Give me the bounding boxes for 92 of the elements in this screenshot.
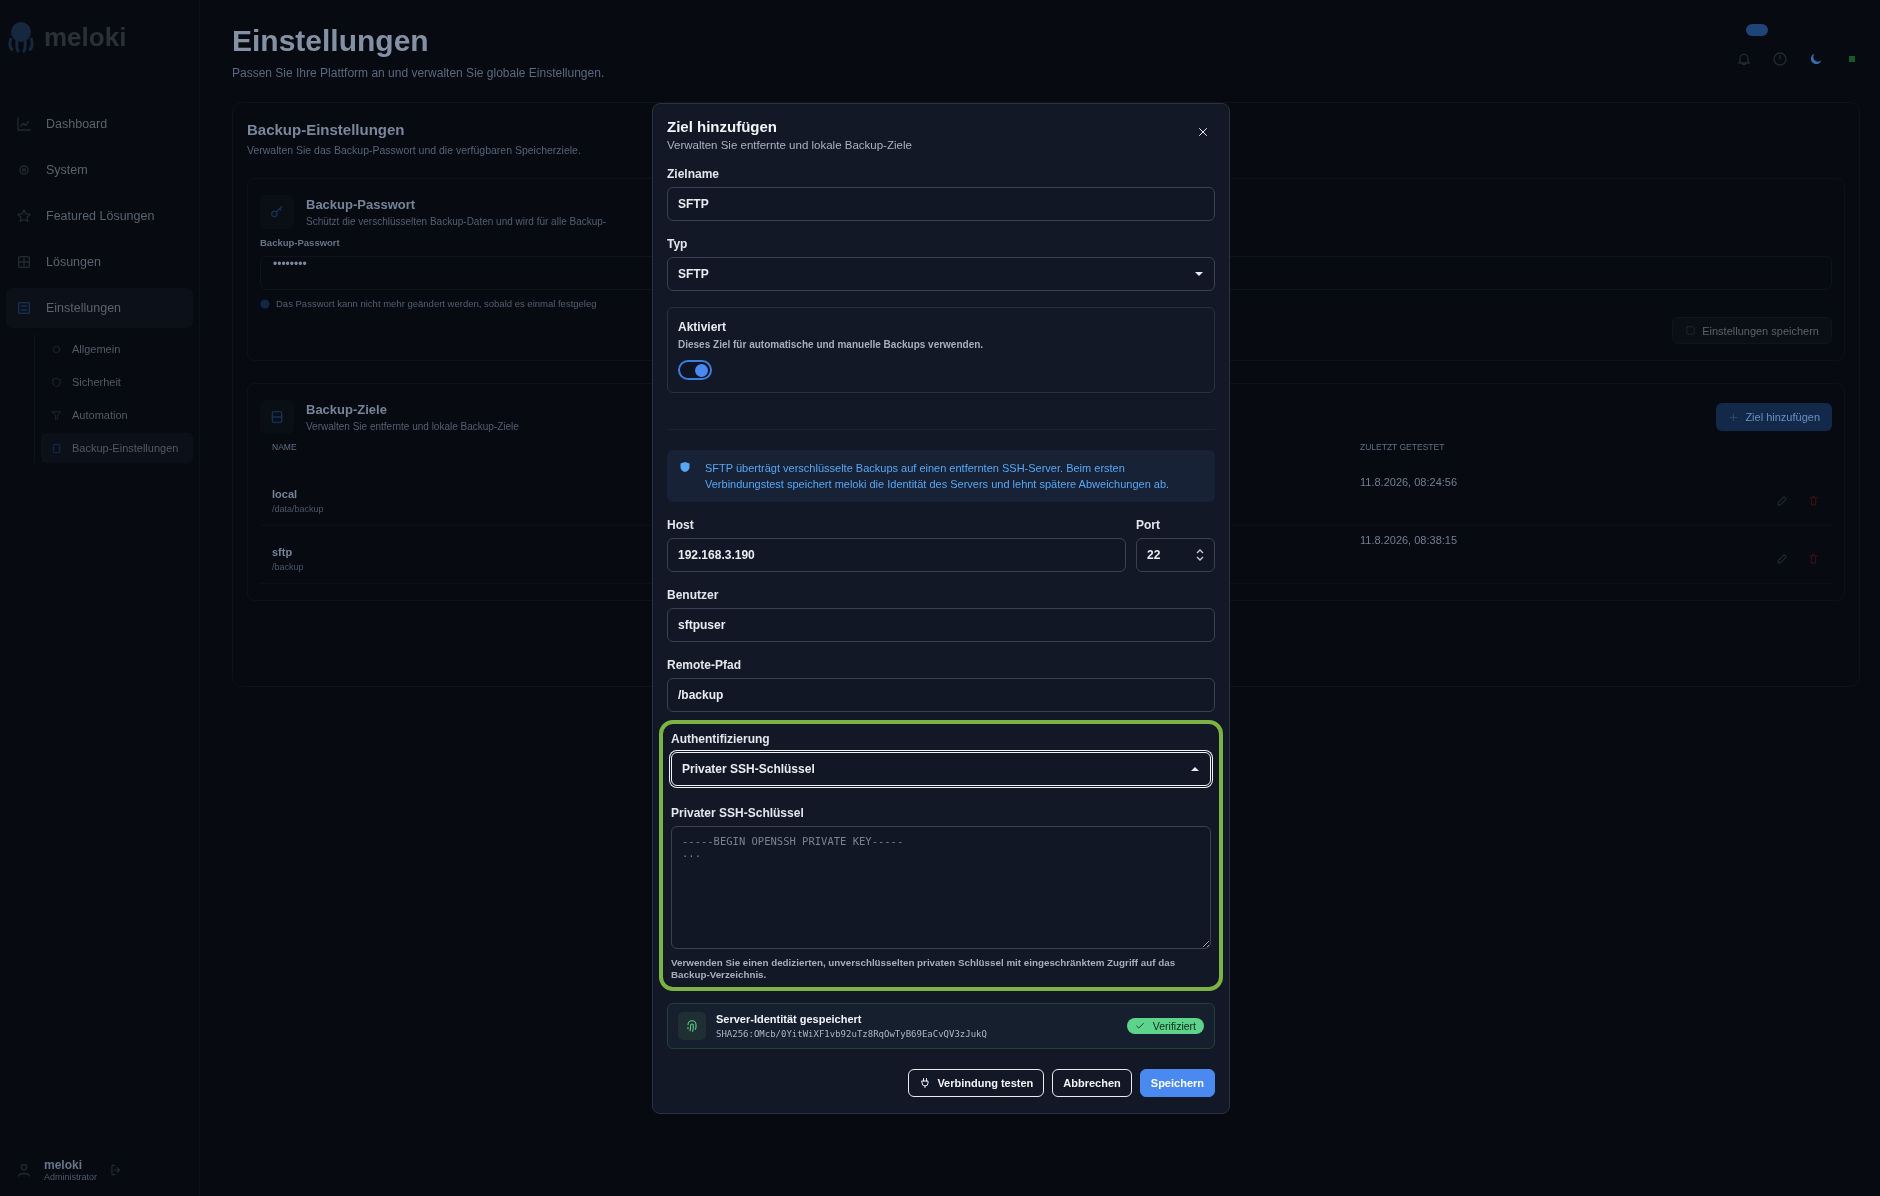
key-icon [260,195,294,229]
caret-icon [1190,764,1200,774]
card-description: Schützt die verschlüsselten Backup-Daten und wird für alle Backup- [306,216,607,227]
info-dot-icon [260,298,270,309]
type-select[interactable]: SFTP [667,257,1215,291]
input-field[interactable]: /backup [667,678,1215,712]
identity-title: Server-Identität gespeichert [716,1013,863,1025]
sidebar-item[interactable]: Einstellungen [6,288,193,328]
octopus-logo-icon [6,20,36,54]
auth-select[interactable]: Privater SSH-Schlüssel [671,752,1211,786]
user-role: Administrator [44,1172,97,1182]
sliders-icon [16,300,32,316]
password-hint: Das Passwort kann nicht mehr geändert werden, sobald es einmal festgeleg [276,298,597,309]
plus-icon [1728,411,1740,423]
field-label: Zielname [667,167,721,181]
field-label: Authentifizierung [671,732,771,746]
edit-icon[interactable] [1776,552,1789,565]
logout-icon[interactable] [109,1163,123,1177]
sidebar-subitem[interactable]: Allgemein [41,334,193,364]
help-text: Verwenden Sie einen dedizierten, unverschlüsselten privaten Schlüssel mit eingeschränktem Zugriff auf das Backup-Verzeichnis. [671,957,1177,981]
input-field[interactable]: SFTP [667,187,1215,221]
add-target-button[interactable]: Ziel hinzufügen [1716,403,1832,431]
input-field[interactable]: 192.168.3.190 [667,538,1126,572]
check-icon [1134,1021,1145,1031]
filter-icon [51,409,62,421]
card-title: Backup-Passwort [306,197,416,212]
fingerprint-icon [678,1012,706,1040]
shield-icon [679,461,691,473]
plug-icon [919,1077,932,1089]
field-label: Benutzer [667,588,720,602]
shield-icon [51,376,62,388]
card-title: Backup-Ziele [306,402,387,417]
caret-icon [1194,269,1204,279]
edit-icon[interactable] [1776,494,1789,507]
sidebar-subitem[interactable]: Automation [41,400,193,430]
star-icon [16,208,32,224]
target-path: /backup [272,561,304,572]
table-cell-text: 11.8.2026, 08:24:56 [1360,476,1459,488]
chart-icon [16,116,32,132]
sidebar-item[interactable]: Lösungen [6,242,193,282]
dialog-subtitle: Verwalten Sie entfernte und lokale Backup-Ziele [667,139,912,151]
field-label: Backup-Passwort [260,237,340,248]
enabled-toggle[interactable] [678,360,712,380]
section-title: Backup-Einstellungen [247,121,405,138]
database-icon [260,400,294,434]
gear-icon [16,162,32,178]
moon-icon[interactable] [1808,51,1824,67]
close-icon [1197,126,1209,138]
gear-icon [51,343,62,355]
card-description: Verwalten Sie entfernte und lokale Backup-Ziele [306,421,519,432]
input-field[interactable]: sftpuser [667,608,1215,642]
database-icon [51,442,62,454]
field-label: Privater SSH-Schlüssel [671,806,805,820]
grid-icon [16,254,32,270]
number-field[interactable]: 22 [1136,538,1215,572]
field-label: Port [1136,518,1161,532]
field-label: Typ [667,237,689,251]
user-icon [16,1162,32,1178]
save-button[interactable]: Speichern [1139,1069,1215,1097]
save-settings-button[interactable]: Einstellungen speichern [1672,317,1832,344]
trash-icon[interactable] [1807,552,1820,565]
page-title: Einstellungen [232,24,429,58]
dialog-title: Ziel hinzufügen [667,118,777,135]
field-label: Host [667,518,695,532]
column-header: NAME [272,442,298,452]
sidebar-subitem[interactable]: Backup-Einstellungen [41,433,193,463]
sidebar-item[interactable]: Featured Lösungen [6,196,193,236]
clock-icon[interactable] [1772,51,1788,67]
dialog-button[interactable]: Abbrechen [1052,1069,1132,1097]
target-path: /data/backup [272,503,324,514]
sidebar-item[interactable]: System [6,150,193,190]
target-name: local [272,487,298,500]
target-name: sftp [272,545,293,558]
trash-icon[interactable] [1807,494,1820,507]
dialog-button[interactable]: Verbindung testen [908,1069,1045,1097]
sidebar-item[interactable]: Dashboard [6,104,193,144]
bell-icon[interactable] [1736,51,1752,67]
stepper-icon [1196,548,1204,562]
fingerprint-text: SHA256:OMcb/0YitWiXF1vb92uTz8RqOwTyB69EaCvQV3zJukQ [716,1029,987,1039]
sidebar-subitem[interactable]: Sicherheit [41,367,193,397]
notification-badge [1746,24,1768,36]
info-text: SFTP überträgt verschlüsselte Backups auf einen entfernten SSH-Server. Beim ersten Verbindungstest speichert meloki die Identität des Servers und lehnt spätere Abweichungen ab. [705,461,1171,492]
page-subtitle: Passen Sie Ihre Plattform an und verwalten Sie globale Einstellungen. [232,66,605,80]
table-cell-text: 11.8.2026, 08:38:15 [1360,534,1459,546]
enabled-title: Aktiviert [678,320,728,334]
section-subtitle: Verwalten Sie das Backup-Passwort und die verfügbaren Speicherziele. [247,144,581,156]
column-header: ZULETZT GETESTET [1360,442,1446,452]
field-label: Remote-Pfad [667,658,742,672]
enabled-description: Dieses Ziel für automatische und manuelle Backups verwenden. [678,339,985,350]
user-name: meloki [44,1158,82,1172]
key-textarea[interactable]: -----BEGIN OPENSSH PRIVATE KEY----- ... [671,826,1211,949]
verified-badge: Verifiziert [1126,1018,1204,1034]
